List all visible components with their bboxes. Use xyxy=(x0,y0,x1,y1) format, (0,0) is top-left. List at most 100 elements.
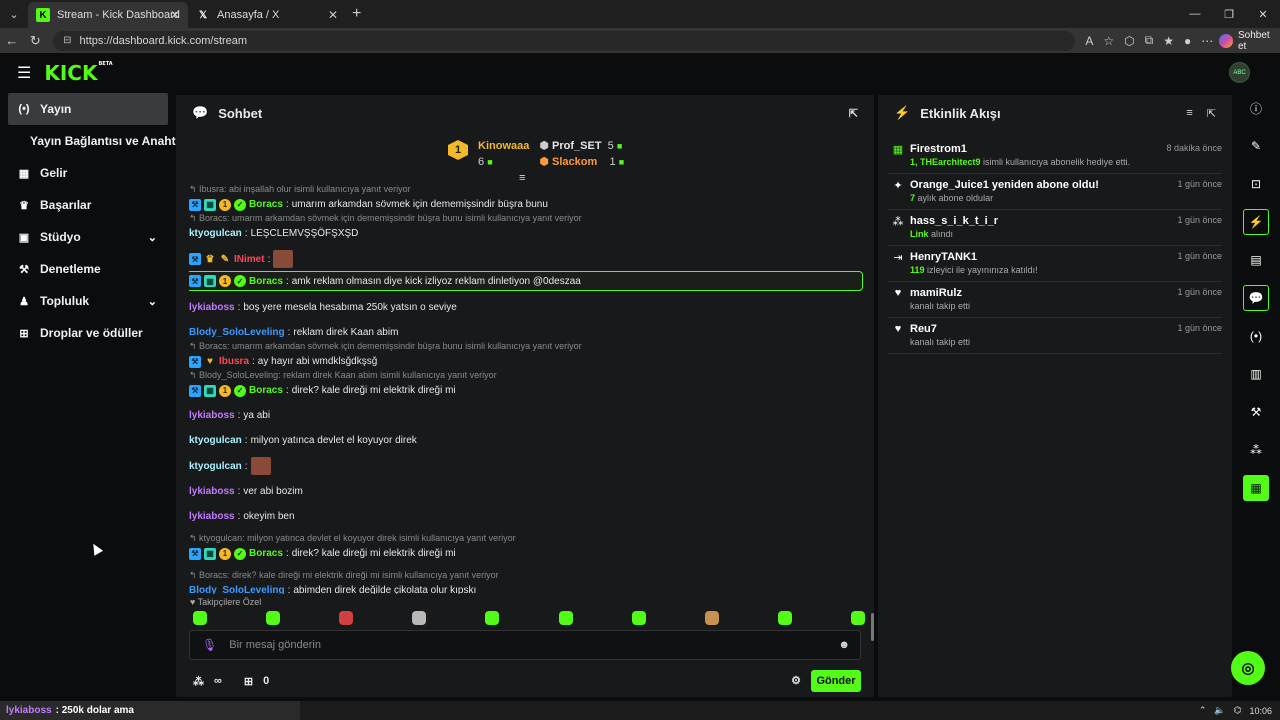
back-icon[interactable]: ← xyxy=(0,33,24,48)
reply-context[interactable]: ↰ ktyogulcan: milyon yatınca devlet el k… xyxy=(189,533,864,545)
favorite-icon[interactable]: ☆ xyxy=(1103,34,1114,48)
emote-icon[interactable] xyxy=(631,611,646,625)
chat-message[interactable]: lykiaboss: ver abi bozim xyxy=(189,483,864,500)
chat-message[interactable]: ktyogulcan: xyxy=(189,457,864,475)
verified-badge-icon[interactable]: ✓ xyxy=(234,198,246,211)
wrench-icon[interactable]: ⚒ xyxy=(1243,399,1269,425)
activity-name[interactable]: HenryTANK1 xyxy=(910,251,1038,264)
sidebar-item-yayin[interactable]: (•) Yayın xyxy=(8,93,168,125)
gear-icon[interactable]: ⚙ xyxy=(791,674,801,687)
copilot-button[interactable]: Sohbet et xyxy=(1219,30,1280,52)
chat-message[interactable]: ⚒ ♥ Ibusra: ay hayır abi wmdklsğdkşsğ xyxy=(189,353,864,370)
close-tab-icon[interactable]: ✕ xyxy=(328,8,338,22)
avatar[interactable]: ABC xyxy=(1229,62,1250,83)
reply-context[interactable]: ↰ Ibusra: abi inşallah olur isimli kulla… xyxy=(189,184,864,196)
chat-message[interactable]: Blody_SoloLeveling: abimden direk değilde… xyxy=(189,582,864,594)
site-info-icon[interactable]: ⊟ xyxy=(63,35,71,46)
reply-context[interactable]: ↰ Blody_SoloLeveling: reklam direk Kaan … xyxy=(189,370,864,382)
pin-toggle-icon[interactable]: ≡ xyxy=(519,172,525,184)
reply-context[interactable]: ↰ Boracs: umarım arkamdan sövmek için de… xyxy=(189,341,864,353)
moderator-badge-icon[interactable]: ⚒ xyxy=(189,547,201,560)
gift-rank-badge-icon[interactable]: 1 xyxy=(219,275,231,287)
close-tab-icon[interactable]: ✕ xyxy=(170,8,180,22)
activity-name[interactable]: mamiRulz xyxy=(910,287,970,300)
chat-username[interactable]: lykiaboss xyxy=(189,302,235,313)
info-icon[interactable]: ⓘ xyxy=(1243,95,1269,121)
activity-name[interactable]: Firestrom1 xyxy=(910,143,1130,156)
activity-name[interactable]: Reu7 xyxy=(910,323,970,336)
emoji-icon[interactable]: ☻ xyxy=(838,639,850,651)
moderator-badge-icon[interactable]: ⚒ xyxy=(189,384,201,397)
chat-username[interactable]: ktyogulcan xyxy=(189,461,242,472)
sub-badge-icon[interactable]: ▦ xyxy=(204,547,216,560)
chat-username[interactable]: Boracs xyxy=(249,276,283,287)
sidebar-item-basarilar[interactable]: ♛ Başarılar xyxy=(0,189,175,221)
verified-badge-icon[interactable]: ✓ xyxy=(234,547,246,560)
sidebar-item-gelir[interactable]: ▦ Gelir xyxy=(0,157,175,189)
chat-username[interactable]: Blody_SoloLeveling xyxy=(189,327,285,338)
sidebar-item-studyo[interactable]: ▣ Stüdyo ⌄ xyxy=(0,221,175,253)
pen-badge-icon[interactable]: ✎ xyxy=(219,253,231,265)
kick-logo[interactable]: KICKBETA xyxy=(44,61,112,85)
emote-icon[interactable] xyxy=(339,611,354,625)
emote-icon[interactable] xyxy=(193,611,207,625)
chat-username[interactable]: Boracs xyxy=(249,548,283,559)
profile-icon[interactable]: ● xyxy=(1184,34,1191,48)
tab-kick-dashboard[interactable]: K Stream - Kick Dashboard ✕ xyxy=(28,2,188,28)
layout-icon[interactable]: ▥ xyxy=(1243,361,1269,387)
reply-context[interactable]: ↰ Boracs: umarım arkamdan sövmek için de… xyxy=(189,213,864,225)
chat-message[interactable]: ktyogulcan: milyon yatınca devlet el koyu… xyxy=(189,432,864,449)
activity-item[interactable]: ✦ Orange_Juice1 yeniden abone oldu! 7 aylı… xyxy=(888,174,1222,210)
collections-icon[interactable]: ⧉ xyxy=(1145,33,1154,48)
menu-icon[interactable]: ☰ xyxy=(17,63,31,83)
activity-item[interactable]: ⇥ HenryTANK1 119 izleyici ile yayınınıza k… xyxy=(888,246,1222,282)
filter-icon[interactable]: ≡ xyxy=(1186,107,1192,120)
moderator-badge-icon[interactable]: ⚒ xyxy=(189,275,201,287)
activity-item[interactable]: ▦ Firestrom1 1, THEarchitect9 isimli kulla… xyxy=(888,138,1222,174)
chat-message[interactable]: ⚒ ▦ 1 ✓ Boracs: amk reklam olmasın diye kick … xyxy=(189,271,863,291)
refresh-icon[interactable]: ↻ xyxy=(24,33,48,49)
emote-icon[interactable] xyxy=(777,611,792,625)
chat-username[interactable]: ktyogulcan xyxy=(189,228,242,239)
new-tab-icon[interactable]: + xyxy=(352,5,361,23)
sub-badge-icon[interactable]: ▦ xyxy=(204,384,216,397)
gift-box-icon[interactable]: ⊞ xyxy=(244,675,253,688)
chat-message[interactable]: lykiaboss: boş yere mesela hesabıma 250k … xyxy=(189,299,864,316)
emote-image[interactable] xyxy=(273,250,294,268)
points-icon[interactable]: ⁂ xyxy=(1243,437,1269,463)
clapper-icon[interactable]: ▦ xyxy=(1243,475,1269,501)
read-aloud-icon[interactable]: A xyxy=(1085,34,1093,48)
more-icon[interactable]: ⋯ xyxy=(1201,34,1213,48)
minimize-icon[interactable]: — xyxy=(1178,0,1212,28)
sidebar-item-stream-key[interactable]: Yayın Bağlantısı ve Anahtarı xyxy=(0,125,190,157)
activity-name[interactable]: Orange_Juice1 yeniden abone oldu! xyxy=(910,179,1099,192)
network-icon[interactable]: ⌬ xyxy=(1234,705,1242,716)
chat-message[interactable]: lykiaboss: ya abi xyxy=(189,407,864,424)
chat-message[interactable]: lykiaboss: okeyim ben xyxy=(189,508,864,525)
maximize-icon[interactable]: ❐ xyxy=(1212,0,1246,28)
leader-third[interactable]: ⬢ Slackom 1 ■ xyxy=(539,154,624,170)
chat-preview[interactable]: lykiaboss : 250k dolar ama xyxy=(0,701,300,720)
chat-username[interactable]: lykiaboss xyxy=(189,410,235,421)
moderator-badge-icon[interactable]: ⚒ xyxy=(189,198,201,211)
verified-badge-icon[interactable]: ✓ xyxy=(234,384,246,397)
chat-username[interactable]: lykiaboss xyxy=(189,486,235,497)
sidebar-item-droplar[interactable]: ⊞ Droplar ve ödüller xyxy=(0,317,175,349)
chat-username[interactable]: lykiaboss xyxy=(189,511,235,522)
tab-list-button[interactable]: ⌄ xyxy=(3,3,25,25)
tab-x[interactable]: 𝕏 Anasayfa / X ✕ xyxy=(188,2,346,28)
activity-toggle-icon[interactable]: ⚡ xyxy=(1243,209,1269,235)
leader-second[interactable]: ⬢ Prof_SET 5 ■ xyxy=(539,138,624,154)
clock[interactable]: 10:06 xyxy=(1249,706,1272,716)
emote-icon[interactable] xyxy=(558,611,573,625)
chat-toggle-icon[interactable]: 💬 xyxy=(1243,285,1269,311)
activity-item[interactable]: ♥ mamiRulz kanalı takip etti 1 gün önce xyxy=(888,282,1222,318)
crown-badge-icon[interactable]: ♛ xyxy=(204,253,216,265)
favorites-bar-icon[interactable]: ★ xyxy=(1163,34,1174,48)
edit-icon[interactable]: ✎ xyxy=(1243,133,1269,159)
microphone-icon[interactable]: 🎙 xyxy=(202,638,217,652)
moderator-badge-icon[interactable]: ⚒ xyxy=(189,355,201,368)
leader-first[interactable]: Kinowaaa 6 ■ xyxy=(478,138,529,170)
emote-icon[interactable] xyxy=(850,611,865,625)
chat-username[interactable]: Boracs xyxy=(249,385,283,396)
